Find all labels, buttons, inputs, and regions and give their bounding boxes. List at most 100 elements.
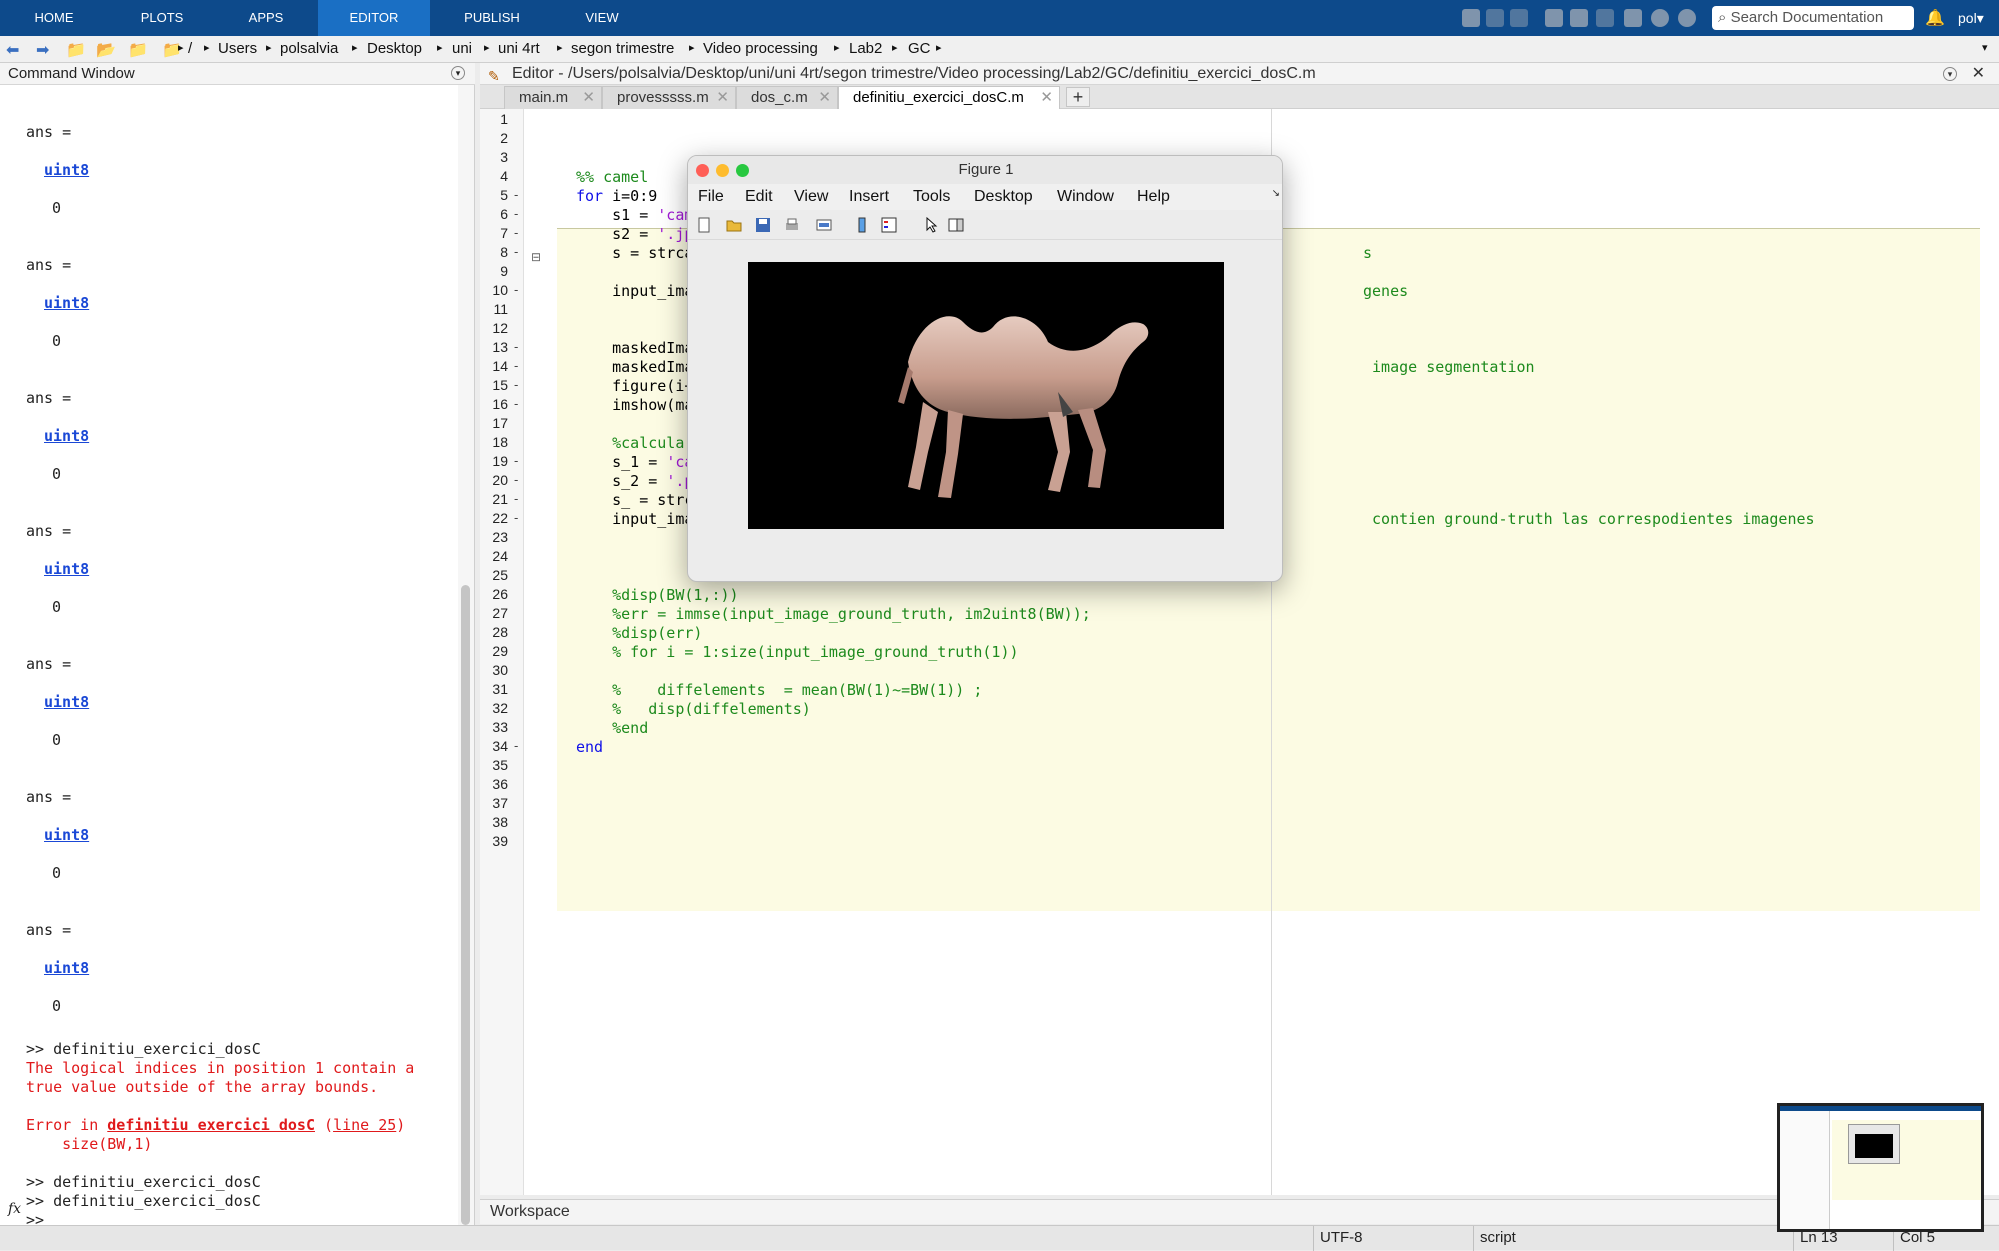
panel-options-icon[interactable]: ▾ [451, 66, 465, 80]
uint8-link[interactable]: uint8 [44, 959, 89, 977]
crumb-video-processing[interactable]: Video processing [703, 40, 818, 57]
breakpoint-marker[interactable]: - [514, 510, 518, 525]
scrollbar-thumb[interactable] [461, 585, 470, 1225]
breakpoint-marker[interactable]: - [514, 738, 518, 753]
code-line-tail[interactable]: s [1363, 244, 1372, 262]
menu-desktop[interactable]: Desktop [974, 188, 1033, 206]
menu-help[interactable]: Help [1137, 188, 1170, 206]
minimize-window-button[interactable] [716, 164, 729, 177]
breakpoint-marker[interactable]: - [514, 491, 518, 506]
link-plot-icon[interactable] [816, 217, 832, 233]
new-figure-icon[interactable] [696, 217, 712, 233]
paste-icon[interactable] [1545, 9, 1563, 27]
close-tab-icon[interactable]: ✕ [582, 87, 595, 109]
tab-publish[interactable]: PUBLISH [438, 0, 546, 36]
crumb-segon-trimestre[interactable]: segon trimestre [571, 40, 674, 57]
breakpoint-marker[interactable]: - [514, 282, 518, 297]
new-tab-button[interactable]: + [1066, 87, 1090, 107]
figure-window[interactable]: Figure 1 File Edit View Insert Tools Des… [687, 155, 1283, 582]
error-line-link[interactable]: line 25 [333, 1116, 396, 1134]
uint8-link[interactable]: uint8 [44, 693, 89, 711]
tab-main-m[interactable]: main.m ✕ [504, 86, 602, 109]
code-line[interactable]: %disp(err) [576, 624, 702, 642]
command-prompt[interactable]: >> [26, 1211, 44, 1225]
dropdown-icon[interactable] [1678, 9, 1696, 27]
uint8-link[interactable]: uint8 [44, 427, 89, 445]
code-line[interactable]: %disp(BW(1,:)) [576, 586, 738, 604]
breakpoint-marker[interactable]: - [514, 358, 518, 373]
code-line[interactable]: %% camel [576, 168, 648, 186]
code-line[interactable]: % diffelements = mean(BW(1)~=BW(1)) ; [576, 681, 982, 699]
command-window-output[interactable]: ans = uint8 0 ans = uint8 0 ans = uint8 … [0, 85, 458, 1225]
breakpoint-marker[interactable]: - [514, 453, 518, 468]
colorbar-icon[interactable] [854, 217, 870, 233]
code-line[interactable]: end [576, 738, 603, 756]
code-line[interactable]: for i=0:9 [576, 187, 657, 205]
crumb-lab2[interactable]: Lab2 [849, 40, 882, 57]
crumb-polsalvia[interactable]: polsalvia [280, 40, 338, 57]
close-tab-icon[interactable]: ✕ [716, 87, 729, 109]
tab-definitiu-exercici-dosc-m[interactable]: definitiu_exercici_dosC.m ✕ [838, 86, 1060, 109]
code-line[interactable]: %err = immse(input_image_ground_truth, i… [576, 605, 1091, 623]
browse-folder-icon[interactable]: 📂 [96, 40, 116, 60]
breakpoint-marker[interactable]: - [514, 472, 518, 487]
menu-insert[interactable]: Insert [849, 188, 889, 206]
uint8-link[interactable]: uint8 [44, 826, 89, 844]
crumb-uni-4rt[interactable]: uni 4rt [498, 40, 540, 57]
undo-icon[interactable] [1570, 9, 1588, 27]
code-line-tail[interactable]: image segmentation [1363, 358, 1535, 376]
fold-toggle-icon[interactable]: ⊟ [531, 250, 541, 264]
command-window-scrollbar[interactable] [458, 85, 474, 1225]
crumb-users[interactable]: Users [218, 40, 257, 57]
save-icon[interactable] [1462, 9, 1480, 27]
code-line-tail[interactable]: genes [1363, 282, 1408, 300]
image-axes[interactable] [748, 262, 1224, 529]
breakpoint-marker[interactable]: - [514, 339, 518, 354]
tab-provesssss-m[interactable]: provesssss.m ✕ [602, 86, 736, 109]
figure-title-bar[interactable]: Figure 1 [688, 156, 1282, 184]
legend-icon[interactable] [881, 217, 897, 233]
close-tab-icon[interactable]: ✕ [1040, 87, 1053, 109]
tab-home[interactable]: HOME [14, 0, 94, 36]
tab-apps[interactable]: APPS [226, 0, 306, 36]
menu-overflow-icon[interactable]: ↘ [1272, 188, 1280, 199]
code-line[interactable]: % for i = 1:size(input_image_ground_trut… [576, 643, 1018, 661]
up-folder-icon[interactable]: 📁 [66, 40, 86, 60]
user-menu[interactable]: pol▾ [1958, 0, 1984, 36]
crumb-root[interactable]: / [188, 40, 192, 57]
menu-window[interactable]: Window [1057, 188, 1114, 206]
zoom-window-button[interactable] [736, 164, 749, 177]
menu-edit[interactable]: Edit [745, 188, 773, 206]
crumb-gc[interactable]: GC [908, 40, 931, 57]
property-editor-icon[interactable] [948, 217, 964, 233]
crumb-desktop[interactable]: Desktop [367, 40, 422, 57]
window-thumbnail[interactable] [1777, 1103, 1984, 1232]
breakpoint-marker[interactable]: - [514, 244, 518, 259]
forward-arrow-icon[interactable]: ➡ [36, 40, 49, 60]
chevron-down-icon[interactable]: ▾ [1982, 41, 1988, 54]
panel-options-icon[interactable]: ▾ [1943, 67, 1957, 81]
redo-icon[interactable] [1596, 9, 1614, 27]
tab-editor[interactable]: EDITOR [318, 0, 430, 36]
cut-icon[interactable] [1486, 9, 1504, 27]
code-line-tail[interactable]: contien ground-truth las correspodientes… [1363, 510, 1815, 528]
code-line[interactable]: %end [576, 719, 648, 737]
code-line[interactable]: % disp(diffelements) [576, 700, 811, 718]
breakpoint-marker[interactable]: - [514, 396, 518, 411]
copy-icon[interactable] [1510, 9, 1528, 27]
breakpoint-marker[interactable]: - [514, 187, 518, 202]
menu-file[interactable]: File [698, 188, 724, 206]
search-folder-icon[interactable]: 📁 [128, 40, 148, 60]
menu-tools[interactable]: Tools [913, 188, 950, 206]
print-icon[interactable] [784, 217, 800, 233]
tab-view[interactable]: VIEW [552, 0, 652, 36]
switch-windows-icon[interactable] [1624, 9, 1642, 27]
breakpoint-marker[interactable]: - [514, 206, 518, 221]
close-window-button[interactable] [696, 164, 709, 177]
function-browser-icon[interactable]: fx [8, 1201, 21, 1217]
open-file-icon[interactable] [726, 217, 742, 233]
breakpoint-marker[interactable]: - [514, 225, 518, 240]
back-arrow-icon[interactable]: ⬅ [6, 40, 19, 60]
uint8-link[interactable]: uint8 [44, 560, 89, 578]
workspace-panel-header[interactable]: Workspace [480, 1199, 1999, 1224]
